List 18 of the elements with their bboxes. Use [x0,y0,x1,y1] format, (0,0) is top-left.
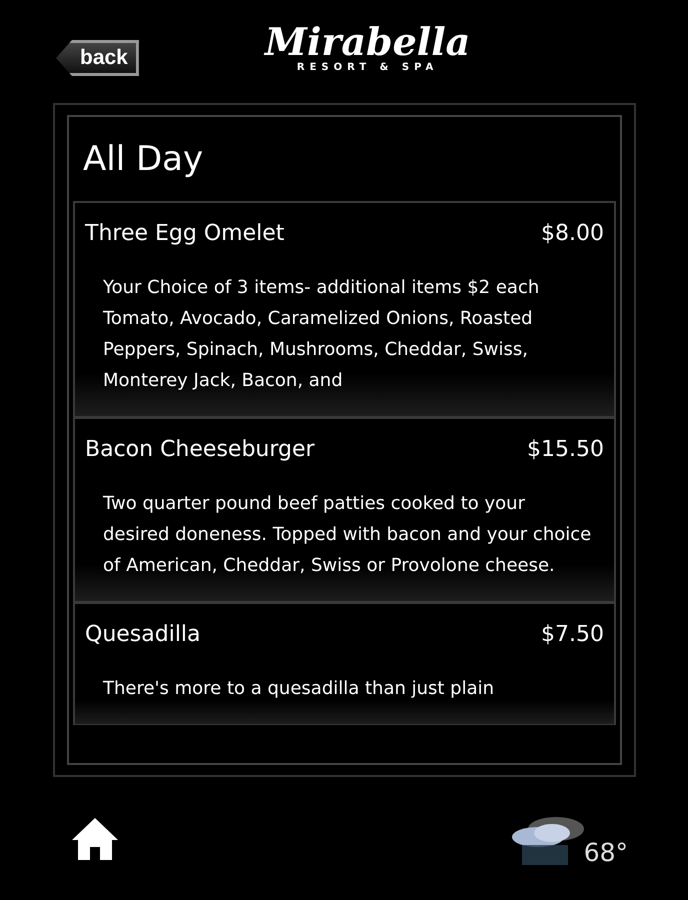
logo-name: Mirabella [264,22,470,62]
logo-tagline: RESORT & SPA [296,62,438,73]
menu-item[interactable]: Three Egg Omelet $8.00 Your Choice of 3 items- additional items $2 each Tomato, Avocado, Caramelized Onions, Roasted Peppers, Spinach, Mushrooms, Cheddar, Swiss, Monterey Jack, Bacon, and [73,201,616,417]
item-name: Quesadilla [85,622,201,647]
item-price: $7.50 [541,622,604,647]
temperature: 68° [584,838,628,866]
item-description: There's more to a quesadilla than just plain [102,677,496,701]
menu-item[interactable]: Bacon Cheeseburger $15.50 Two quarter pound beef patties cooked to your desired doneness. Topped with bacon and your choice of American, Cheddar, Swiss or Provolone cheese. [73,417,616,602]
menu-title: All Day [82,138,204,181]
item-price: $15.50 [527,437,604,462]
menu-item[interactable]: Quesadilla $7.50 There's more to a quesadilla than just plain [73,602,616,725]
item-name: Three Egg Omelet [85,221,284,246]
item-description: Your Choice of 3 items- additional items $2 each Tomato, Avocado, Caramelized Onions, Roasted Peppers, Spinach, Mushrooms, Cheddar, Swiss, Monterey Jack, Bacon, and [102,276,540,393]
item-price: $8.00 [541,221,604,246]
home-icon[interactable] [70,816,120,862]
item-name: Bacon Cheeseburger [85,437,315,462]
item-description: Two quarter pound beef patties cooked to your desired doneness. Topped with bacon and your choice of American, Cheddar, Swiss or Provolone cheese. [102,492,592,578]
back-button[interactable]: back [56,40,139,76]
